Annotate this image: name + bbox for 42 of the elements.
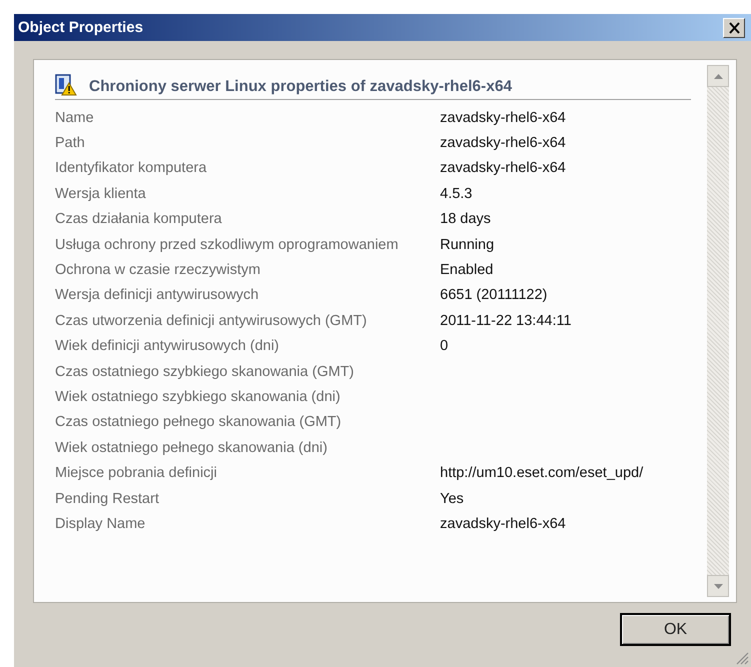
property-label: Ochrona w czasie rzeczywistym xyxy=(55,262,262,278)
property-value: zavadsky-rhel6-x64 xyxy=(440,160,567,176)
down-arrow-icon xyxy=(714,584,722,588)
property-label: Wersja klienta xyxy=(55,186,147,202)
property-label: Czas ostatniego szybkiego skanowania (GMT) xyxy=(55,364,355,380)
property-label: Usługa ochrony przed szkodliwym oprogramowaniem xyxy=(55,236,400,253)
property-label: Wiek ostatniego szybkiego skanowania (dni) xyxy=(55,388,342,405)
close-button[interactable] xyxy=(723,18,745,38)
property-value: Enabled xyxy=(440,262,494,278)
property-value: 4.5.3 xyxy=(440,186,474,202)
property-label: Identyfikator komputera xyxy=(55,160,208,176)
property-label: Czas działania komputera xyxy=(55,211,223,228)
up-arrow-icon xyxy=(714,74,722,78)
properties-heading: Chroniony serwer Linux properties of zavadsky-rhel6-x64 xyxy=(89,78,512,96)
property-value: zavadsky-rhel6-x64 xyxy=(440,135,567,152)
property-label: Wiek definicji antywirusowych (dni) xyxy=(55,338,280,354)
window-title: Object Properties xyxy=(18,19,144,36)
property-value: http://um10.eset.com/eset_upd/ xyxy=(440,465,644,482)
ok-button[interactable]: OK xyxy=(620,613,731,646)
property-value: 2011-11-22 13:44:11 xyxy=(440,312,572,329)
property-label: Pending Restart xyxy=(55,490,160,507)
close-icon xyxy=(728,22,740,34)
resize-grip-icon[interactable] xyxy=(735,651,749,665)
property-value: 18 days xyxy=(440,211,492,228)
property-value: 0 xyxy=(440,338,450,354)
scroll-up-button[interactable] xyxy=(707,65,729,87)
property-label: Path xyxy=(55,135,86,152)
property-value: Yes xyxy=(440,490,465,507)
property-label: Czas ostatniego pełnego skanowania (GMT) xyxy=(55,414,342,430)
property-label: Display Name xyxy=(55,516,146,532)
scroll-down-button[interactable] xyxy=(707,575,729,597)
property-label: Wiek ostatniego pełnego skanowania (dni) xyxy=(55,440,328,456)
property-label: Wersja definicji antywirusowych xyxy=(55,287,260,304)
property-value: 6651 (20111122) xyxy=(440,287,548,304)
computer-warning-icon xyxy=(55,74,77,96)
property-label: Czas utworzenia definicji antywirusowych (GMT) xyxy=(55,312,368,329)
property-value: zavadsky-rhel6-x64 xyxy=(440,516,567,532)
property-label: Name xyxy=(55,110,95,126)
vertical-scrollbar[interactable] xyxy=(707,65,729,597)
property-label: Miejsce pobrania definicji xyxy=(55,465,218,482)
property-value: zavadsky-rhel6-x64 xyxy=(440,110,567,126)
property-value: Running xyxy=(440,236,496,253)
